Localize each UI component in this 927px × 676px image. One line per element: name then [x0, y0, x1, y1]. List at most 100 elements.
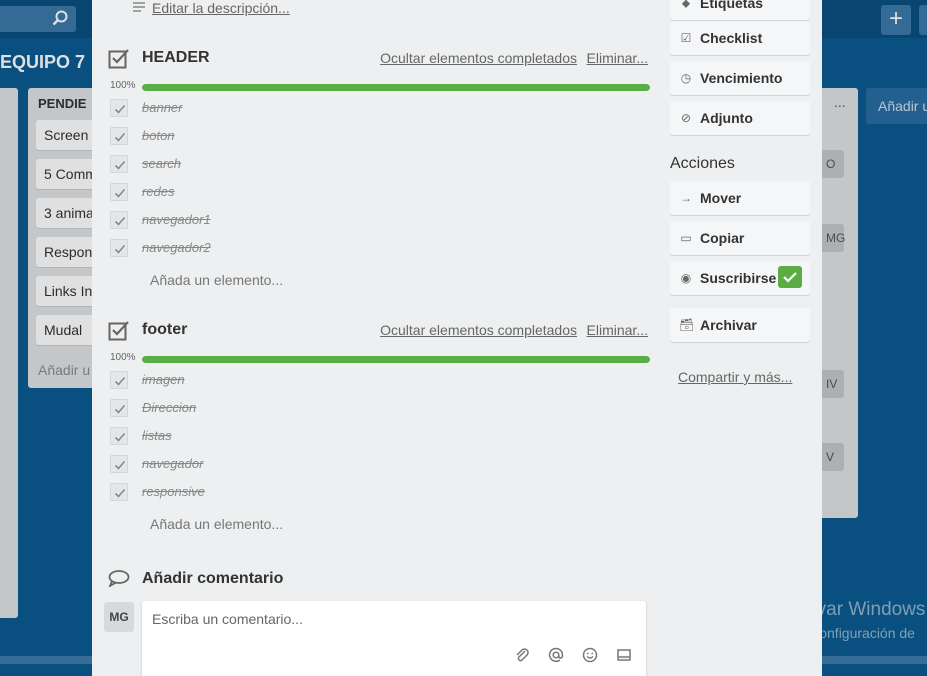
- checklist-item[interactable]: navegador: [108, 454, 408, 476]
- hide-completed-link[interactable]: Ocultar elementos completados: [380, 322, 577, 338]
- checklist-item-text[interactable]: imagen: [142, 372, 185, 387]
- checklist-title[interactable]: footer: [142, 321, 187, 339]
- checklist-item-text[interactable]: redes: [142, 184, 175, 199]
- subscribed-check-icon: [778, 266, 802, 288]
- tag-icon: ⬥: [681, 0, 691, 10]
- comment-icon: [108, 570, 130, 587]
- labels-button[interactable]: ⬥ Etiquetas: [670, 0, 810, 20]
- avatar[interactable]: MG: [104, 602, 134, 632]
- check-icon: [114, 160, 126, 170]
- copy-button-label: Copiar: [700, 230, 745, 246]
- add-comment-title: Añadir comentario: [142, 570, 284, 587]
- checkbox[interactable]: [110, 99, 128, 117]
- progress-fill: [142, 356, 650, 363]
- checklist-item[interactable]: imagen: [108, 370, 408, 392]
- archive-button-label: Archivar: [700, 317, 757, 333]
- checklist-icon: [108, 321, 129, 341]
- checkbox[interactable]: [110, 399, 128, 417]
- due-date-button[interactable]: ◷ Vencimiento: [670, 61, 810, 95]
- copy-button[interactable]: ▭ Copiar: [670, 221, 810, 255]
- checklist-button[interactable]: ☑ Checklist: [670, 21, 810, 55]
- checkbox[interactable]: [110, 155, 128, 173]
- emoji-icon[interactable]: [582, 647, 598, 663]
- checkbox[interactable]: [110, 483, 128, 501]
- checklist-item[interactable]: navegador1: [108, 210, 408, 232]
- attachment-button-label: Adjunto: [700, 110, 753, 126]
- paperclip-icon[interactable]: [514, 647, 530, 663]
- hide-completed-link[interactable]: Ocultar elementos completados: [380, 50, 577, 66]
- check-icon: [114, 216, 126, 226]
- checklist-icon: [108, 49, 129, 69]
- eye-icon: ◉: [680, 271, 692, 285]
- add-checklist-item[interactable]: Añada un elemento...: [150, 516, 283, 532]
- edit-description-link[interactable]: Editar la descripción...: [133, 0, 290, 16]
- checklist-item[interactable]: boton: [108, 126, 408, 148]
- checkbox[interactable]: [110, 427, 128, 445]
- copy-icon: ▭: [680, 231, 692, 245]
- comment-box: [142, 601, 646, 676]
- checklist-progress: 100%: [110, 352, 650, 364]
- checklist-title[interactable]: HEADER: [142, 49, 210, 67]
- add-checklist-item[interactable]: Añada un elemento...: [150, 272, 283, 288]
- delete-checklist-link[interactable]: Eliminar...: [587, 322, 648, 338]
- checklist-item[interactable]: banner: [108, 98, 408, 120]
- progress-percent: 100%: [110, 80, 136, 91]
- checkbox[interactable]: [110, 371, 128, 389]
- checklist-item[interactable]: navegador2: [108, 238, 408, 260]
- move-button[interactable]: → Mover: [670, 181, 810, 215]
- checklist-header: footer Ocultar elementos completados Eli…: [108, 320, 648, 342]
- checklist-item[interactable]: responsive: [108, 482, 408, 504]
- comment-input[interactable]: [142, 601, 646, 645]
- description-icon: [133, 2, 145, 12]
- archive-button[interactable]: 🗃 Archivar: [670, 308, 810, 342]
- card-icon[interactable]: [616, 647, 632, 663]
- progress-fill: [142, 84, 650, 91]
- checkbox[interactable]: [110, 183, 128, 201]
- paperclip-icon: ⊘: [680, 111, 692, 125]
- checkbox[interactable]: [110, 127, 128, 145]
- checklist-item-text[interactable]: search: [142, 156, 181, 171]
- labels-button-label: Etiquetas: [700, 0, 764, 11]
- check-icon: [114, 376, 126, 386]
- check-icon: [114, 460, 126, 470]
- delete-checklist-link[interactable]: Eliminar...: [587, 50, 648, 66]
- check-icon: [114, 104, 126, 114]
- checklist-icon: ☑: [680, 31, 692, 45]
- checklist-item[interactable]: redes: [108, 182, 408, 204]
- due-date-button-label: Vencimiento: [700, 70, 783, 86]
- edit-description-label: Editar la descripción...: [152, 0, 290, 16]
- subscribe-button-label: Suscribirse: [700, 270, 777, 286]
- checklist-item[interactable]: listas: [108, 426, 408, 448]
- attachment-button[interactable]: ⊘ Adjunto: [670, 101, 810, 135]
- at-icon[interactable]: [548, 647, 564, 663]
- arrow-right-icon: →: [680, 191, 692, 205]
- move-button-label: Mover: [700, 190, 742, 206]
- archive-icon: 🗃: [679, 318, 695, 332]
- checklist-progress: 100%: [110, 80, 650, 92]
- progress-track: [142, 356, 650, 363]
- share-more-link[interactable]: Compartir y más...: [678, 369, 792, 385]
- checklist-item-text[interactable]: navegador: [142, 456, 203, 471]
- subscribe-button[interactable]: ◉ Suscribirse: [670, 261, 810, 295]
- check-icon: [114, 432, 126, 442]
- checklist-item[interactable]: search: [108, 154, 408, 176]
- check-icon: [114, 404, 126, 414]
- checklist-item[interactable]: Direccion: [108, 398, 408, 420]
- checklist-button-label: Checklist: [700, 30, 763, 46]
- checklist-item-text[interactable]: banner: [142, 100, 182, 115]
- checklist-item-text[interactable]: navegador1: [142, 212, 211, 227]
- checklist-item-text[interactable]: listas: [142, 428, 172, 443]
- check-icon: [114, 132, 126, 142]
- check-icon: [114, 488, 126, 498]
- checklist-header: HEADER Ocultar elementos completados Eli…: [108, 48, 648, 70]
- check-icon: [114, 244, 126, 254]
- checkbox[interactable]: [110, 211, 128, 229]
- progress-track: [142, 84, 650, 91]
- checklist-item-text[interactable]: navegador2: [142, 240, 211, 255]
- checkbox[interactable]: [110, 455, 128, 473]
- check-icon: [114, 188, 126, 198]
- checkbox[interactable]: [110, 239, 128, 257]
- checklist-item-text[interactable]: Direccion: [142, 400, 196, 415]
- checklist-item-text[interactable]: responsive: [142, 484, 205, 499]
- checklist-item-text[interactable]: boton: [142, 128, 175, 143]
